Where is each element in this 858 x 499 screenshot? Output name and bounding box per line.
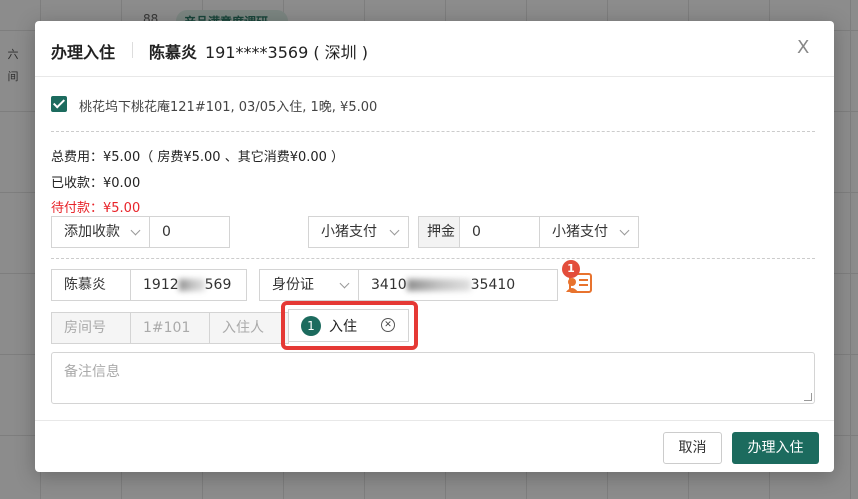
phone-visible-end: 569 — [204, 277, 232, 293]
divider — [51, 131, 815, 132]
room-number-label: 房间号 — [51, 312, 131, 344]
received-amount: 已收款：¥0.00 — [51, 176, 141, 191]
phone-visible-start: 1912 — [143, 277, 179, 293]
chevron-down-icon — [389, 225, 400, 236]
remark-placeholder: 备注信息 — [64, 364, 120, 380]
header-divider — [132, 42, 133, 58]
dialog-title: 办理入住 — [51, 43, 116, 62]
close-icon[interactable]: X — [797, 37, 809, 58]
resize-handle-icon[interactable] — [804, 393, 812, 401]
dialog-footer: 取消 办理入住 — [35, 420, 834, 472]
dialog-header: 办理入住 陈慕炎 191****3569 ( 深圳 ) X — [35, 21, 834, 77]
remark-textarea[interactable]: 备注信息 — [51, 352, 815, 404]
chevron-down-icon — [339, 278, 350, 289]
id-number-input[interactable]: 3410 35410 — [358, 269, 558, 301]
room-booking-line: 桃花坞下桃花庵121#101, 03/05入住, 1晚, ¥5.00 — [79, 100, 378, 115]
total-fee: 总费用：¥5.00（ 房费¥5.00 、其它消费¥0.00 ） — [51, 150, 345, 165]
deposit-method-select[interactable]: 小猪支付 — [539, 216, 639, 248]
payment-method-label: 小猪支付 — [321, 224, 377, 240]
add-payment-select[interactable]: 添加收款 — [51, 216, 150, 248]
highlight-box — [281, 301, 418, 350]
redacted-mask — [178, 279, 205, 291]
check-in-dialog: 办理入住 陈慕炎 191****3569 ( 深圳 ) X 桃花坞下桃花庵121… — [35, 21, 834, 472]
id-visible-end: 35410 — [470, 277, 516, 293]
redacted-mask — [406, 279, 471, 291]
room-number-value: 1#101 — [130, 312, 210, 344]
notification-badge: 1 — [562, 260, 580, 278]
guest-name-input[interactable]: 陈慕炎 — [51, 269, 131, 301]
deposit-label: 押金 — [418, 216, 460, 248]
chevron-down-icon — [619, 225, 630, 236]
chevron-down-icon — [130, 225, 141, 236]
id-type-label: 身份证 — [272, 277, 314, 293]
guest-name: 陈慕炎 — [149, 43, 198, 62]
payment-method-select[interactable]: 小猪支付 — [308, 216, 409, 248]
occupant-label: 入住人 — [209, 312, 289, 344]
guest-phone-input[interactable]: 1912 569 — [130, 269, 247, 301]
add-payment-label: 添加收款 — [64, 224, 120, 240]
payment-amount-input[interactable]: 0 — [149, 216, 230, 248]
room-checkbox[interactable] — [51, 96, 67, 112]
cancel-button[interactable]: 取消 — [663, 432, 722, 464]
check-in-button[interactable]: 办理入住 — [732, 432, 819, 464]
divider — [51, 258, 815, 259]
id-visible-start: 3410 — [371, 277, 407, 293]
deposit-amount-input[interactable]: 0 — [459, 216, 540, 248]
guest-phone-city: 191****3569 ( 深圳 ) — [205, 43, 369, 62]
deposit-method-label: 小猪支付 — [552, 224, 608, 240]
id-type-select[interactable]: 身份证 — [259, 269, 359, 301]
due-amount: 待付款：¥5.00 — [51, 201, 141, 216]
